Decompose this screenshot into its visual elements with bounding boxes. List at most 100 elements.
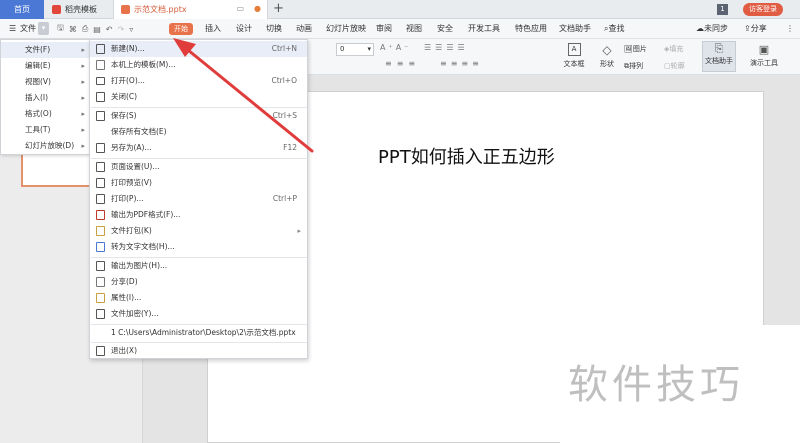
align-icons[interactable]: ≡≡≡≡ <box>440 59 483 68</box>
save-icon[interactable]: 🖫 <box>57 22 64 36</box>
save-as-icon <box>96 143 105 153</box>
chevron-down-icon: ▾ <box>367 45 371 53</box>
page-setup-icon <box>96 162 105 172</box>
new-tab-button[interactable]: + <box>273 1 284 16</box>
menu-item-label: 新建(N)... <box>111 44 145 53</box>
window-mode-icon[interactable]: ▭ <box>236 4 244 13</box>
tab-developer[interactable]: 开发工具 <box>468 19 500 39</box>
menu-item-print[interactable]: 打印(P)... Ctrl+P <box>90 191 307 207</box>
tab-security[interactable]: 安全 <box>437 19 453 39</box>
arrange-label: 排列 <box>629 62 643 70</box>
menu-hamburger-icon[interactable]: ☰ <box>9 19 16 39</box>
category-label: 文件(F) <box>25 45 51 54</box>
print-icon[interactable]: ⎙ <box>82 24 88 34</box>
redo-icon[interactable]: ↷ <box>118 25 125 34</box>
doc-assistant-icon: ⎘ <box>714 42 724 55</box>
category-file[interactable]: 文件(F) ▸ <box>1 42 90 58</box>
outline-label: 轮廓 <box>670 62 685 70</box>
tab-document[interactable]: 示范文档.pptx ▭ ● <box>113 0 268 19</box>
menu-item-package[interactable]: 文件打包(K) ▸ <box>90 223 307 239</box>
menu-item-close[interactable]: 关闭(C) <box>90 89 307 105</box>
category-view[interactable]: 视图(V) ▸ <box>1 74 90 90</box>
sync-status[interactable]: ☁未同步 <box>696 19 728 39</box>
picture-button[interactable]: 🖼图片 <box>624 44 647 54</box>
menu-item-new[interactable]: 新建(N)... Ctrl+N <box>90 41 307 57</box>
more-icon[interactable]: ⋮ <box>786 19 794 39</box>
share-icon <box>96 277 105 287</box>
cloud-icon: ☁ <box>696 24 704 33</box>
close-doc-icon <box>96 92 105 102</box>
shortcut: F12 <box>283 143 297 152</box>
textbox-icon: A <box>567 43 581 56</box>
customize-icon[interactable]: ▿ <box>129 25 133 34</box>
tab-features[interactable]: 特色应用 <box>515 19 547 39</box>
menu-item-local-templates[interactable]: 本机上的模板(M)... <box>90 57 307 73</box>
menu-item-encrypt[interactable]: 文件加密(Y)... <box>90 306 307 322</box>
encrypt-icon <box>96 309 105 319</box>
category-insert[interactable]: 插入(I) ▸ <box>1 90 90 106</box>
menu-item-exit[interactable]: 退出(X) <box>90 343 307 359</box>
tab-home-label: 首页 <box>14 5 30 14</box>
page-badge: 1 <box>717 4 728 15</box>
tab-animations[interactable]: 动画 <box>296 19 312 39</box>
menu-item-page-setup[interactable]: 页面设置(U)... <box>90 159 307 175</box>
search-button[interactable]: ⌕查找 <box>604 19 624 39</box>
watermark: 软件技巧 <box>568 362 744 408</box>
outline-button[interactable]: ▢轮廓 <box>664 61 685 71</box>
format-painter-icon[interactable]: ⌘ <box>69 25 77 34</box>
print-icon <box>96 194 105 204</box>
slide-title[interactable]: PPT如何插入正五边形 <box>378 143 555 169</box>
doc-assistant-button[interactable]: ⎘ 文档助手 <box>702 41 736 72</box>
share-button[interactable]: ⇪分享 <box>744 19 767 39</box>
undo-icon[interactable]: ↶ <box>106 25 113 34</box>
font-size-select[interactable]: 0 ▾ <box>336 43 374 56</box>
tab-home[interactable]: 首页 <box>0 0 44 19</box>
tab-templates[interactable]: 稻壳模板 <box>44 0 110 19</box>
print-preview-icon <box>96 178 105 188</box>
menu-item-save-all[interactable]: 保存所有文档(E) <box>90 124 307 140</box>
menu-item-properties[interactable]: 属性(I)... <box>90 290 307 306</box>
shortcut: Ctrl+N <box>271 44 297 53</box>
tab-design[interactable]: 设计 <box>236 19 252 39</box>
category-slideshow[interactable]: 幻灯片放映(D) ▸ <box>1 138 90 154</box>
fill-button[interactable]: ◈填充 <box>664 44 683 54</box>
menu-item-share[interactable]: 分享(D) <box>90 274 307 290</box>
font-size-adjust-icons[interactable]: A⁺A⁻ <box>380 43 411 52</box>
menu-item-recent-file[interactable]: 1 C:\Users\Administrator\Desktop\2\示范文档.… <box>90 325 307 341</box>
tab-start[interactable]: 开始 <box>169 23 193 35</box>
textbox-label: 文本框 <box>563 60 585 68</box>
menu-item-export-pdf[interactable]: 输出为PDF格式(F)... <box>90 207 307 223</box>
category-format[interactable]: 格式(O) ▸ <box>1 106 90 122</box>
textbox-button[interactable]: A 文本框 <box>562 43 586 69</box>
file-dropdown-toggle[interactable]: ▾ <box>38 22 49 35</box>
category-label: 格式(O) <box>25 109 52 118</box>
tab-document-label: 示范文档.pptx <box>134 5 187 14</box>
menu-item-print-preview[interactable]: 打印预览(V) <box>90 175 307 191</box>
tab-transitions[interactable]: 切换 <box>266 19 282 39</box>
menu-item-export-image[interactable]: 输出为图片(H)... <box>90 258 307 274</box>
file-menu-button[interactable]: 文件 <box>20 19 36 39</box>
menu-item-label: 本机上的模板(M)... <box>111 60 176 69</box>
category-tools[interactable]: 工具(T) ▸ <box>1 122 90 138</box>
menu-item-save[interactable]: 保存(S) Ctrl+S <box>90 108 307 124</box>
tab-insert[interactable]: 插入 <box>205 19 221 39</box>
text-format-icons[interactable]: ≡≡≡ <box>385 59 420 68</box>
shape-button[interactable]: ◇ 形状 <box>596 43 618 69</box>
quick-access-toolbar: 🖫 ⌘ ⎙ ▤ ↶ ↷ ▿ <box>57 19 133 39</box>
fill-label: 填充 <box>669 45 684 53</box>
menu-item-save-as[interactable]: 另存为(A)... F12 <box>90 140 307 156</box>
paragraph-icons[interactable]: ☰☰☰☰ <box>424 43 469 52</box>
tab-review[interactable]: 审阅 <box>376 19 392 39</box>
print-preview-icon[interactable]: ▤ <box>93 25 101 34</box>
visitor-login-button[interactable]: 访客登录 <box>743 3 783 16</box>
category-edit[interactable]: 编辑(E) ▸ <box>1 58 90 74</box>
tab-view[interactable]: 视图 <box>406 19 422 39</box>
menu-item-convert-to-text[interactable]: 转为文字文档(H)... <box>90 239 307 255</box>
tab-doc-assistant[interactable]: 文档助手 <box>559 19 591 39</box>
chevron-right-icon: ▸ <box>81 142 85 150</box>
tab-slideshow[interactable]: 幻灯片放映 <box>326 19 366 39</box>
menu-item-open[interactable]: 打开(O)... Ctrl+O <box>90 73 307 89</box>
presentation-tools-button[interactable]: ▣ 演示工具 <box>744 43 784 68</box>
arrange-button[interactable]: ⧉排列 <box>624 61 643 71</box>
category-label: 编辑(E) <box>25 61 51 70</box>
